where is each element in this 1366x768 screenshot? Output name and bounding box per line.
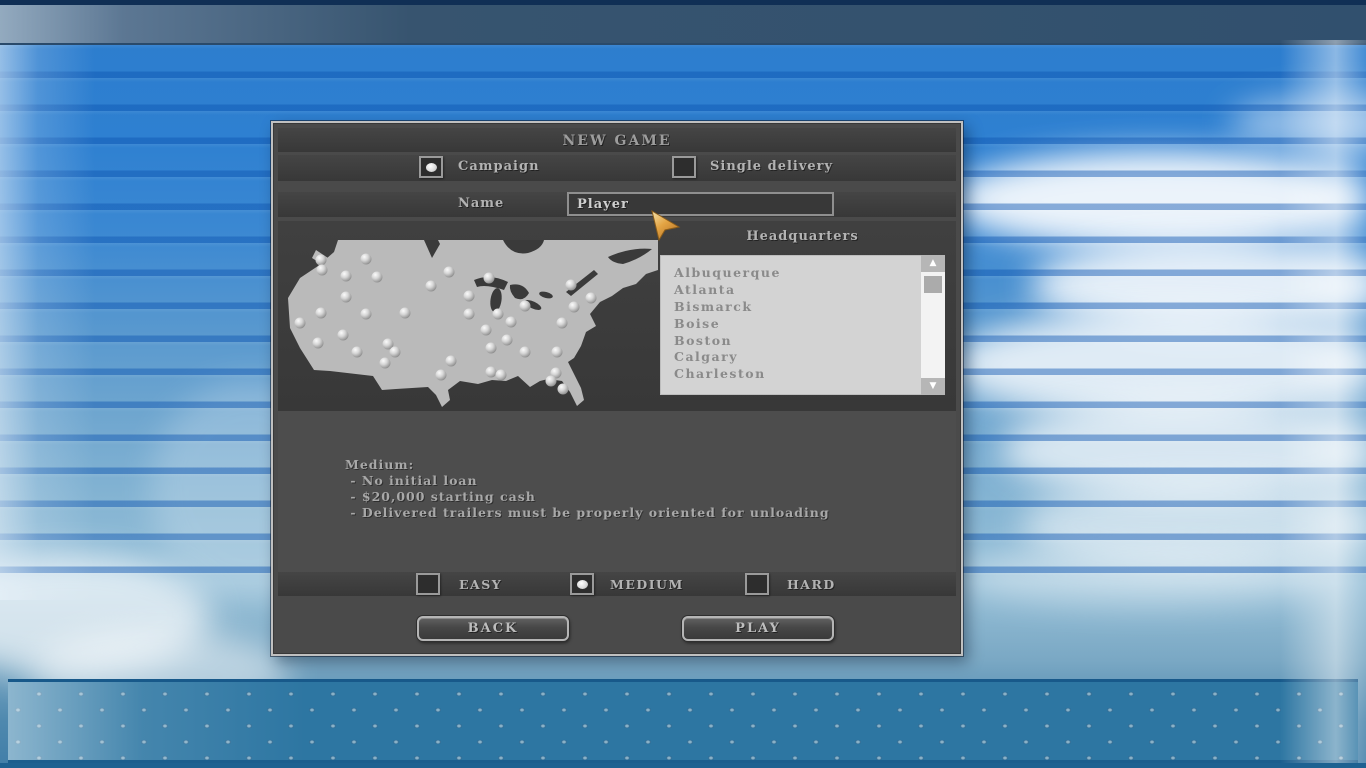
scroll-up-button[interactable]: ▲ <box>921 255 945 272</box>
headquarters-list[interactable]: AlbuquerqueAtlantaBismarckBoiseBostonCal… <box>660 255 945 395</box>
dialog-title-bar: NEW GAME <box>278 128 956 152</box>
city-marker[interactable] <box>317 265 328 276</box>
city-marker[interactable] <box>380 358 391 369</box>
city-marker[interactable] <box>486 343 497 354</box>
screen: NEW GAME Campaign Single delivery Name H… <box>0 0 1366 768</box>
checkbox-dot-icon <box>426 163 437 172</box>
easy-checkbox[interactable] <box>416 573 440 595</box>
medium-checkbox[interactable] <box>570 573 594 595</box>
difficulty-description-line: - No initial loan <box>345 473 830 489</box>
city-marker[interactable] <box>557 318 568 329</box>
difficulty-description-heading: Medium: <box>345 457 830 473</box>
top-slate-bar <box>0 5 1366 45</box>
difficulty-description-line: - $20,000 starting cash <box>345 489 830 505</box>
light-streak-right <box>1280 40 1366 763</box>
city-marker[interactable] <box>520 301 531 312</box>
difficulty-description-line: - Delivered trailers must be properly or… <box>345 505 830 521</box>
list-item-city[interactable]: Albuquerque <box>660 264 920 281</box>
city-marker[interactable] <box>493 309 504 320</box>
list-item-city[interactable]: Calgary <box>660 348 920 365</box>
city-marker[interactable] <box>313 338 324 349</box>
usa-map <box>278 240 658 408</box>
campaign-checkbox[interactable] <box>419 156 443 178</box>
city-marker[interactable] <box>569 302 580 313</box>
difficulty-description-area: Medium: - No initial loan - $20,000 star… <box>278 411 956 572</box>
name-label: Name <box>458 193 504 215</box>
hard-checkbox[interactable] <box>745 573 769 595</box>
city-marker[interactable] <box>586 293 597 304</box>
difficulty-description: Medium: - No initial loan - $20,000 star… <box>345 457 830 521</box>
city-marker[interactable] <box>444 267 455 278</box>
map-and-headquarters-panel: Headquarters <box>278 221 956 411</box>
city-marker[interactable] <box>506 317 517 328</box>
name-input[interactable] <box>567 192 834 216</box>
city-marker[interactable] <box>546 376 557 387</box>
map-landmass <box>288 240 658 407</box>
city-marker[interactable] <box>352 347 363 358</box>
scrollbar-thumb[interactable] <box>924 276 942 293</box>
play-button[interactable]: PLAY <box>682 616 834 641</box>
medium-label: MEDIUM <box>610 574 684 596</box>
headquarters-scrollbar[interactable]: ▲ ▼ <box>921 255 945 395</box>
city-marker[interactable] <box>558 384 569 395</box>
city-marker[interactable] <box>464 309 475 320</box>
city-marker[interactable] <box>295 318 306 329</box>
city-marker[interactable] <box>436 370 447 381</box>
list-item-city[interactable]: Bismarck <box>660 298 920 315</box>
checkbox-dot-icon <box>577 580 588 589</box>
riveted-bottom-panel <box>8 679 1358 763</box>
city-marker[interactable] <box>486 367 497 378</box>
headquarters-label: Headquarters <box>660 229 945 244</box>
city-marker[interactable] <box>390 347 401 358</box>
list-item-city[interactable]: Boise <box>660 315 920 332</box>
city-marker[interactable] <box>341 292 352 303</box>
city-marker[interactable] <box>502 335 513 346</box>
city-marker[interactable] <box>338 330 349 341</box>
light-streak-left <box>0 4 95 600</box>
city-marker[interactable] <box>361 254 372 265</box>
hard-label: HARD <box>787 574 836 596</box>
list-item-city[interactable]: Boston <box>660 332 920 349</box>
campaign-label: Campaign <box>458 156 540 178</box>
difficulty-description-lines: - No initial loan - $20,000 starting cas… <box>345 473 830 521</box>
new-game-dialog: NEW GAME Campaign Single delivery Name H… <box>271 121 963 656</box>
city-marker[interactable] <box>361 309 372 320</box>
dialog-title: NEW GAME <box>562 133 671 149</box>
back-button[interactable]: BACK <box>417 616 569 641</box>
list-item-city[interactable]: Atlanta <box>660 281 920 298</box>
city-marker[interactable] <box>372 272 383 283</box>
city-marker[interactable] <box>552 347 563 358</box>
city-marker[interactable] <box>446 356 457 367</box>
city-marker[interactable] <box>341 271 352 282</box>
mouse-cursor-icon <box>650 210 684 244</box>
difficulty-row: EASY MEDIUM HARD <box>278 572 956 596</box>
list-item-city[interactable]: Charleston <box>660 365 920 382</box>
single-delivery-checkbox[interactable] <box>672 156 696 178</box>
city-marker[interactable] <box>400 308 411 319</box>
city-marker[interactable] <box>520 347 531 358</box>
city-marker[interactable] <box>316 308 327 319</box>
single-delivery-label: Single delivery <box>710 156 833 178</box>
city-marker[interactable] <box>426 281 437 292</box>
scroll-down-button[interactable]: ▼ <box>921 378 945 395</box>
city-marker[interactable] <box>316 255 327 266</box>
city-marker[interactable] <box>566 280 577 291</box>
city-marker[interactable] <box>484 273 495 284</box>
city-marker[interactable] <box>481 325 492 336</box>
city-marker[interactable] <box>496 370 507 381</box>
easy-label: EASY <box>459 574 502 596</box>
headquarters-list-items: AlbuquerqueAtlantaBismarckBoiseBostonCal… <box>660 255 920 395</box>
name-row: Name <box>278 192 956 217</box>
bottom-divider <box>0 763 1366 768</box>
game-mode-row: Campaign Single delivery <box>278 155 956 181</box>
city-marker[interactable] <box>464 291 475 302</box>
